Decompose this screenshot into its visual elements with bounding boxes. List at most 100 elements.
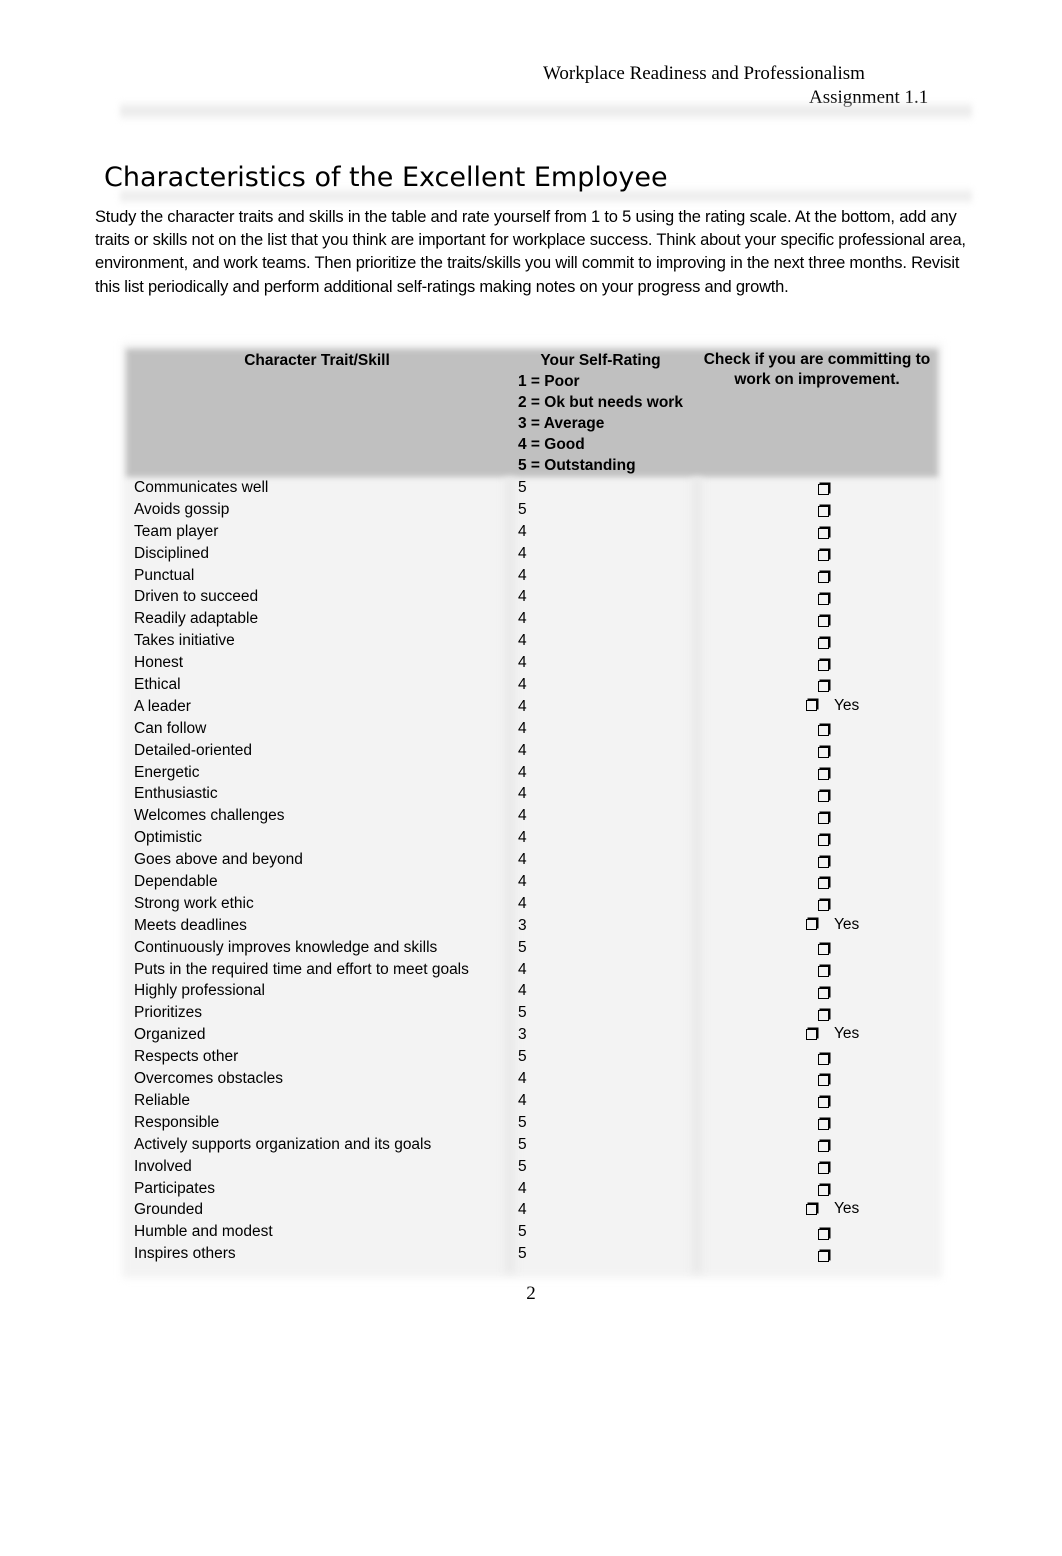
checkbox-icon[interactable] [818,484,829,496]
table-row: Puts in the required time and effort to … [122,959,942,981]
trait-cell: Readily adaptable [134,610,259,628]
rating-scale-item: 4 = Good [518,436,585,453]
commit-cell [818,1005,829,1025]
table-row: Involved 5 [122,1156,942,1178]
trait-cell: Takes initiative [134,632,235,650]
table-row: Responsible 5 [122,1112,942,1134]
table-row: Participates 4 [122,1178,942,1200]
checkbox-icon[interactable] [818,528,829,540]
trait-cell: Enthusiastic [134,785,218,803]
commit-cell: Yes [806,915,859,935]
commit-cell [818,1049,829,1069]
checkbox-icon[interactable] [818,593,829,605]
trait-cell: Welcomes challenges [134,807,285,825]
rating-cell: 4 [518,851,527,869]
checkbox-icon[interactable] [806,1028,817,1040]
commit-label: Yes [834,1025,860,1043]
trait-cell: Overcomes obstacles [134,1070,284,1088]
page-title: Characteristics of the Excellent Employe… [104,162,668,193]
rating-scale-item: 1 = Poor [518,373,580,390]
checkbox-icon[interactable] [818,966,829,977]
checkbox-icon[interactable] [818,571,829,583]
commit-cell [818,589,829,609]
checkbox-icon[interactable] [806,1203,817,1215]
table-row: Honest 4 [122,652,942,674]
table-row: Team player 4 [122,521,942,543]
rating-cell: 4 [518,1091,527,1109]
checkbox-icon[interactable] [818,768,829,780]
commit-cell [818,633,829,653]
checkbox-icon[interactable] [818,790,829,802]
checkbox-icon[interactable] [818,1053,829,1065]
checkbox-icon[interactable] [818,550,829,562]
trait-cell: Humble and modest [134,1223,273,1241]
table-row: Overcomes obstacles 4 [122,1068,942,1090]
rating-cell: 4 [518,785,527,803]
rating-cell: 4 [518,610,527,628]
checkbox-icon[interactable] [818,1009,829,1021]
header-commit: Check if you are committing to work on i… [703,351,931,388]
rating-cell: 4 [518,873,527,891]
checkbox-icon[interactable] [818,747,829,759]
rating-cell: 4 [518,522,527,540]
checkbox-icon[interactable] [818,1163,829,1175]
commit-cell [818,568,829,588]
checkbox-icon[interactable] [818,987,829,999]
trait-cell: Team player [134,522,219,540]
checkbox-icon[interactable] [818,812,829,824]
commit-cell [818,852,829,872]
checkbox-icon[interactable] [818,615,829,627]
commit-label: Yes [834,1200,860,1218]
checkbox-icon[interactable] [818,637,829,649]
checkbox-icon[interactable] [818,1250,829,1262]
checkbox-icon[interactable] [818,878,829,890]
rating-cell: 5 [518,1223,527,1241]
trait-cell: Prioritizes [134,1004,203,1022]
intro-paragraph: Study the character traits and skills in… [95,208,966,296]
rating-cell: 4 [518,894,527,912]
table-row: Humble and modest 5 [122,1221,942,1243]
table-row: Disciplined 4 [122,543,942,565]
commit-cell [818,1137,829,1157]
commit-cell [818,874,829,894]
commit-cell [818,765,829,785]
rating-cell: 4 [518,1070,527,1088]
commit-cell [818,655,829,675]
trait-cell: Responsible [134,1113,220,1131]
commit-cell [818,1159,829,1179]
table-row: Punctual 4 [122,565,942,587]
commit-cell [818,1115,829,1135]
checkbox-icon[interactable] [818,944,829,956]
checkbox-icon[interactable] [818,1075,829,1087]
commit-cell [818,677,829,697]
table-row: Strong work ethic 4 [122,893,942,915]
checkbox-icon[interactable] [818,856,829,868]
rating-cell: 4 [518,697,527,715]
rating-cell: 4 [518,632,527,650]
checkbox-icon[interactable] [818,681,829,693]
rating-cell: 4 [518,1201,527,1219]
checkbox-icon[interactable] [806,919,817,931]
trait-cell: Highly professional [134,982,265,1000]
checkbox-icon[interactable] [818,1097,829,1109]
checkbox-icon[interactable] [818,1119,829,1131]
rating-cell: 5 [518,1135,527,1153]
rating-cell: 4 [518,960,527,978]
checkbox-icon[interactable] [818,1141,829,1153]
checkbox-icon[interactable] [818,506,829,518]
commit-cell: Yes [806,1024,859,1044]
checkbox-icon[interactable] [818,659,829,671]
trait-cell: Strong work ethic [134,894,254,912]
checkbox-icon[interactable] [818,900,829,912]
trait-cell: Reliable [134,1091,191,1109]
table-row: Avoids gossip 5 [122,499,942,521]
checkbox-icon[interactable] [818,1228,829,1240]
table-row: Driven to succeed 4 [122,586,942,608]
checkbox-icon[interactable] [818,1184,829,1196]
trait-cell: Avoids gossip [134,500,230,518]
checkbox-icon[interactable] [818,725,829,737]
checkbox-icon[interactable] [818,834,829,846]
course-title: Workplace Readiness and Professionalism [543,63,865,84]
trait-cell: Continuously improves knowledge and skil… [134,938,438,956]
checkbox-icon[interactable] [806,700,817,712]
